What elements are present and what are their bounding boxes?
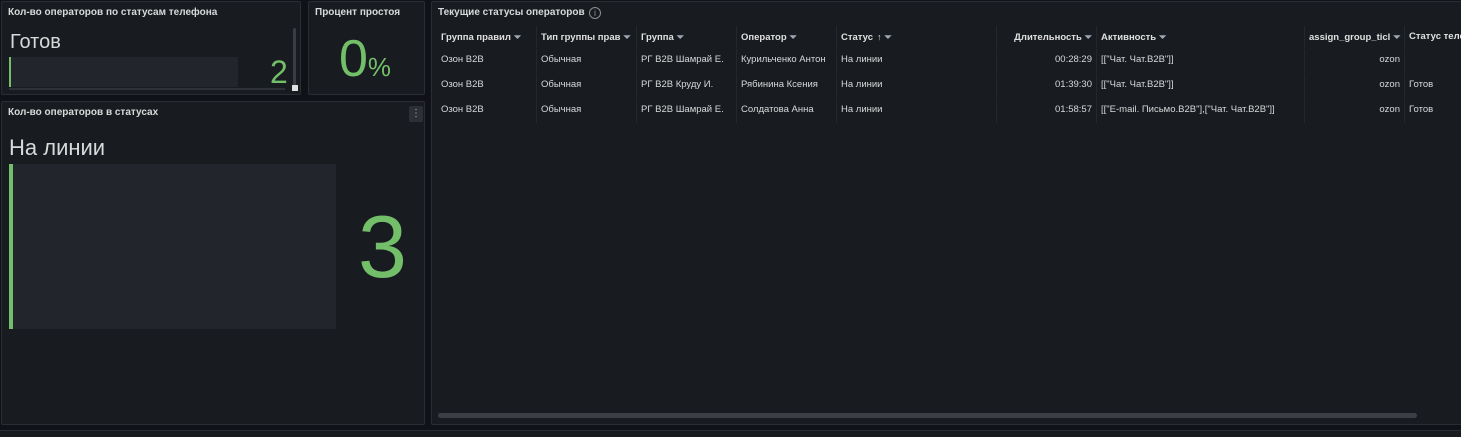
cell-rule-group: Озон B2B <box>437 74 537 98</box>
cell-group-type: Обычная <box>537 49 637 73</box>
cell-group-type: Обычная <box>537 99 637 123</box>
operators-status-panel-title[interactable]: Кол-во операторов в статусах <box>8 107 158 118</box>
filter-icon[interactable]: ⏷ <box>790 26 797 48</box>
cell-rule-group: Озон B2B <box>437 49 537 73</box>
phone-status-panel-title[interactable]: Кол-во операторов по статусам телефона <box>8 7 217 18</box>
dashboard-bottom-edge <box>0 430 1461 437</box>
phone-status-value: 2 <box>270 54 288 90</box>
idle-percent-value-wrap: 0% <box>339 29 392 94</box>
cell-phone-status: Готов <box>1409 104 1434 115</box>
info-icon[interactable]: i <box>589 7 601 19</box>
operators-status-bar <box>9 164 336 329</box>
column-header-duration[interactable]: Длительность ⏷ <box>997 26 1097 48</box>
current-statuses-panel: Текущие статусы операторов i Группа прав… <box>431 1 1461 425</box>
cell-phone-status: Готов <box>1409 79 1434 90</box>
filter-icon[interactable]: ⏷ <box>514 26 521 48</box>
cell-activity: [["E-mail. Письмо.B2B"],["Чат. Чат.B2B"]… <box>1097 99 1305 123</box>
operators-status-value: 3 <box>358 197 407 296</box>
cell-group-type: Обычная <box>537 74 637 98</box>
phone-status-label: Готов <box>10 31 61 53</box>
filter-icon[interactable]: ⏷ <box>1159 26 1166 48</box>
column-header-status[interactable]: Статус ↑ ⏷ <box>837 26 997 48</box>
cell-status: На линии <box>837 99 997 123</box>
sort-asc-icon[interactable]: ↑ <box>877 26 882 48</box>
phone-status-panel: Кол-во операторов по статусам телефона Г… <box>1 1 301 95</box>
cell-assign-group: ozon <box>1305 49 1405 73</box>
column-header-assign-group[interactable]: assign_group_ticl ⏷ <box>1305 26 1405 48</box>
operators-status-bar-fill <box>9 164 13 329</box>
cell-duration: 01:39:30 <box>997 74 1097 98</box>
column-header-rule-group[interactable]: Группа правил ⏷ <box>437 26 537 48</box>
operators-status-label: На линии <box>9 135 106 160</box>
cell-assign-group: ozon <box>1305 99 1405 123</box>
cell-status: На линии <box>837 49 997 73</box>
phone-status-bar <box>9 57 238 87</box>
filter-icon[interactable]: ⏷ <box>885 26 892 48</box>
cell-duration: 01:58:57 <box>997 99 1097 123</box>
column-header-phone-status[interactable]: Статус теле <box>1405 26 1461 48</box>
cell-activity: [["Чат. Чат.B2B"]] <box>1097 74 1305 98</box>
column-header-group-type[interactable]: Тип группы прав ⏷ <box>537 26 637 48</box>
idle-percent-value: 0 <box>339 30 368 88</box>
idle-percent-panel-title[interactable]: Процент простоя <box>315 7 400 18</box>
cell-activity: [["Чат. Чат.B2B"]] <box>1097 49 1305 73</box>
cell-rule-group: Озон B2B <box>437 99 537 123</box>
kebab-menu-icon[interactable]: ⋮ <box>409 106 423 122</box>
cell-group: РГ B2B Шамрай Е. <box>637 49 737 73</box>
cell-group: РГ B2B Круду И. <box>637 74 737 98</box>
column-header-operator[interactable]: Оператор ⏷ <box>737 26 837 48</box>
column-header-group[interactable]: Группа ⏷ <box>637 26 737 48</box>
resize-handle-icon[interactable] <box>292 85 298 91</box>
cell-operator: Курильченко Антон <box>737 49 837 73</box>
operators-status-panel: Кол-во операторов в статусах ⋮ На линии … <box>1 101 425 425</box>
cell-status: На линии <box>837 74 997 98</box>
cell-operator: Солдатова Анна <box>737 99 837 123</box>
cell-assign-group: ozon <box>1305 74 1405 98</box>
cell-duration: 00:28:29 <box>997 49 1097 73</box>
phone-status-bar-fill <box>9 57 11 87</box>
cell-operator: Рябинина Ксения <box>737 74 837 98</box>
phone-status-hscrollbar[interactable] <box>9 88 285 90</box>
filter-icon[interactable]: ⏷ <box>623 26 630 48</box>
filter-icon[interactable]: ⏷ <box>1393 26 1400 48</box>
filter-icon[interactable]: ⏷ <box>677 26 684 48</box>
idle-percent-panel: Процент простоя 0% <box>308 1 425 95</box>
idle-percent-unit: % <box>367 52 392 82</box>
current-statuses-panel-title[interactable]: Текущие статусы операторов <box>438 7 585 18</box>
filter-icon[interactable]: ⏷ <box>1085 26 1092 48</box>
cell-group: РГ B2B Шамрай Е. <box>637 99 737 123</box>
phone-status-vscrollbar[interactable] <box>293 28 296 86</box>
cell-phone-status <box>1405 49 1461 73</box>
table-horizontal-scrollbar[interactable] <box>438 413 1417 418</box>
column-header-activity[interactable]: Активность ⏷ <box>1097 26 1305 48</box>
